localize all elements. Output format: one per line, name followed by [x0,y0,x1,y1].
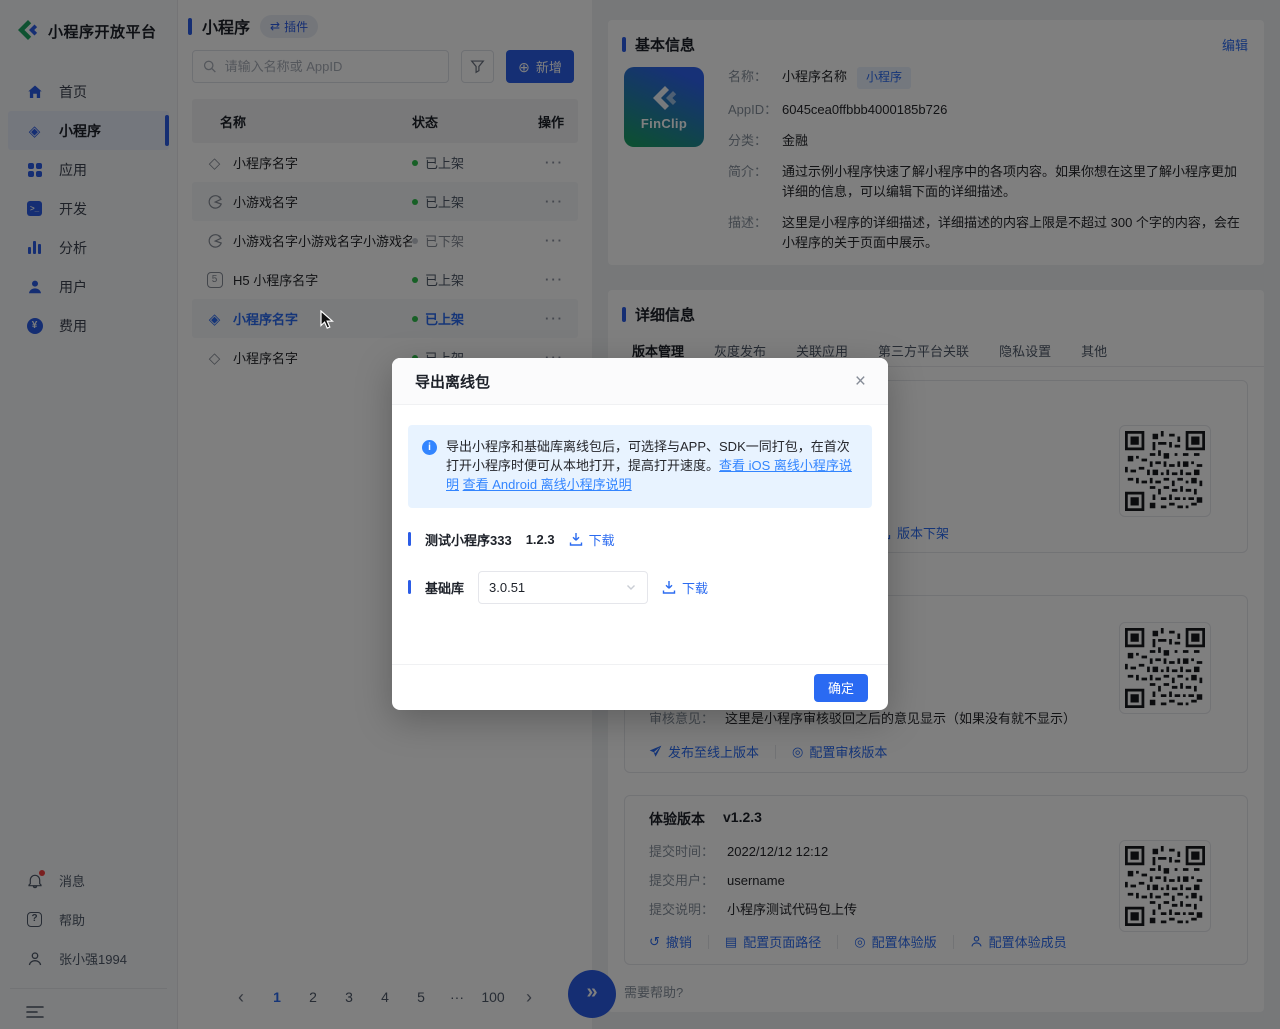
download-icon [662,580,676,594]
download-label: 下载 [589,530,615,549]
row-accent-bar [408,580,411,594]
export-offline-package-modal: 导出离线包 × i 导出小程序和基础库离线包后，可选择与APP、SDK一同打包，… [392,358,888,710]
modal-title: 导出离线包 [415,371,490,392]
base-library-value: 3.0.51 [489,580,525,595]
mouse-cursor [320,310,338,330]
app-package-row: 测试小程序333 1.2.3 下载 [408,530,872,549]
base-library-row: 基础库 3.0.51 下载 [408,571,872,604]
base-library-select[interactable]: 3.0.51 [478,571,648,604]
close-icon[interactable]: × [855,372,866,391]
screen: 小程序开放平台 首页 ◈ 小程序 应用 开发 [0,0,1280,1029]
download-app-link[interactable]: 下载 [569,530,615,549]
confirm-button[interactable]: 确定 [814,674,868,702]
base-library-label: 基础库 [425,578,464,597]
download-base-link[interactable]: 下载 [662,578,708,597]
download-label: 下载 [682,578,708,597]
chevron-down-icon [625,581,637,593]
app-package-version: 1.2.3 [526,532,555,547]
app-package-name: 测试小程序333 [425,530,512,549]
download-icon [569,532,583,546]
info-alert: i 导出小程序和基础库离线包后，可选择与APP、SDK一同打包，在首次打开小程序… [408,425,872,508]
android-doc-link[interactable]: 查看 Android 离线小程序说明 [463,477,632,492]
info-icon: i [422,440,437,455]
row-accent-bar [408,532,411,546]
